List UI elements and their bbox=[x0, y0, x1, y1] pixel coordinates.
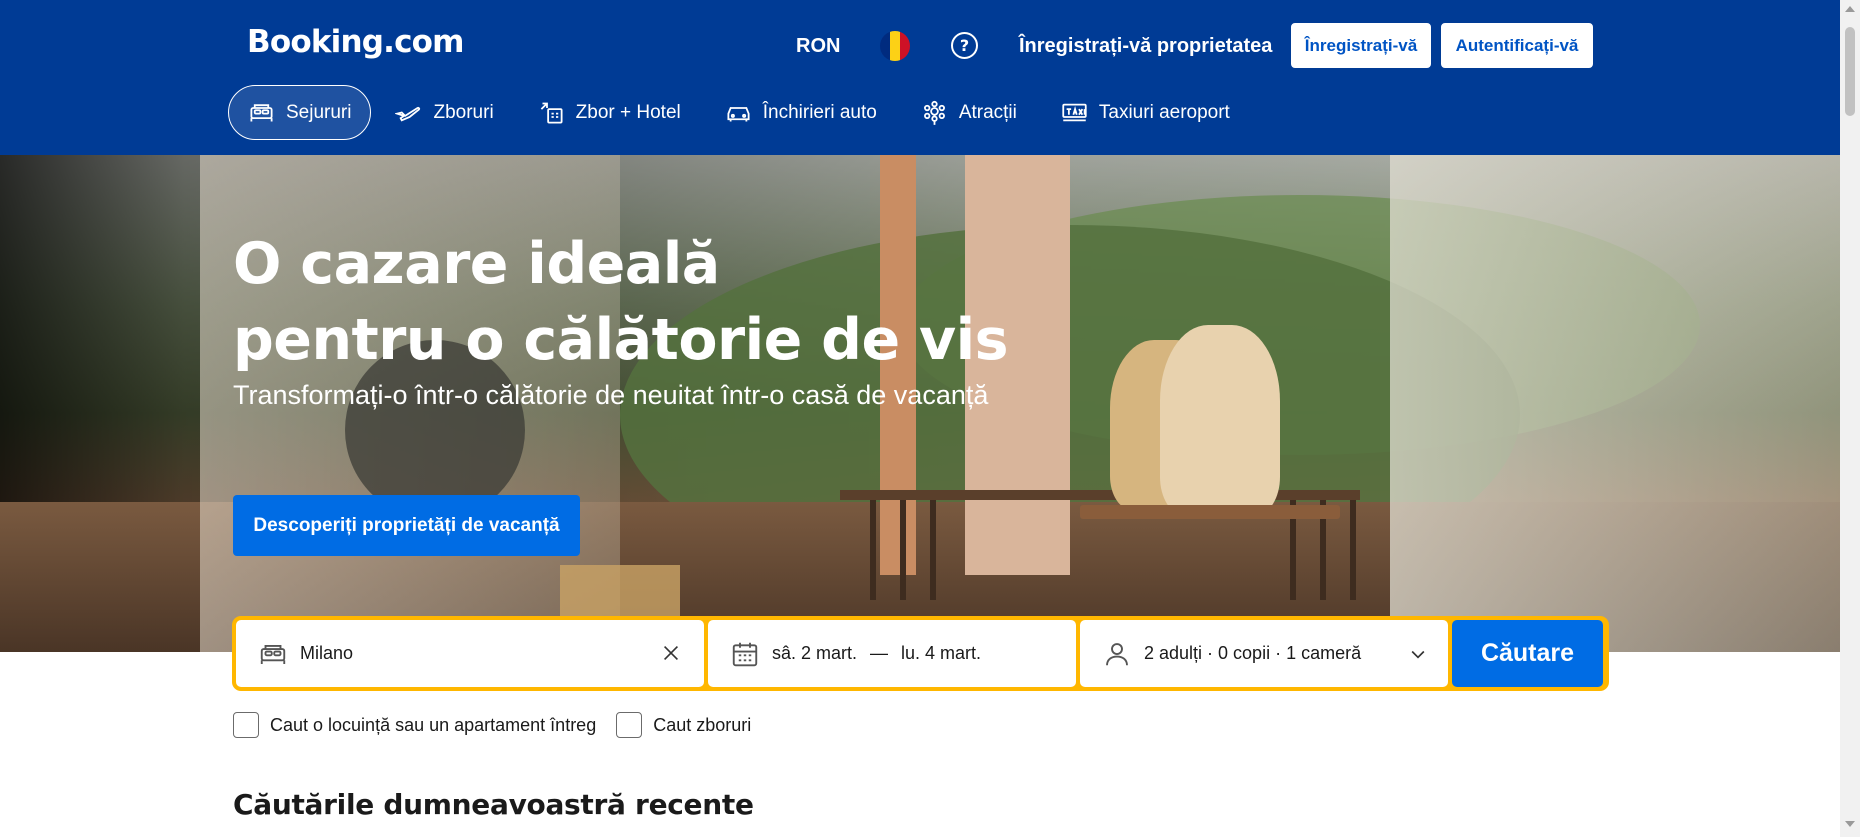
date-range-field[interactable]: sâ. 2 mart. — lu. 4 mart. bbox=[708, 620, 1076, 687]
scroll-down-arrow-icon[interactable] bbox=[1845, 821, 1855, 827]
car-icon bbox=[727, 107, 750, 122]
list-property-link[interactable]: Înregistrați-vă proprietatea bbox=[1019, 33, 1272, 59]
hero-photo-curtain bbox=[1390, 155, 1840, 652]
taxi-icon bbox=[1062, 103, 1087, 122]
hero-photo-swing bbox=[1080, 505, 1340, 519]
discover-vacation-homes-button[interactable]: Descoperiți proprietăți de vacanță bbox=[233, 495, 580, 556]
currency-selector[interactable]: RON bbox=[796, 33, 840, 59]
romania-flag-icon[interactable] bbox=[880, 31, 910, 61]
chevron-down-icon[interactable] bbox=[1408, 644, 1428, 664]
hero-photo-baluster bbox=[900, 500, 906, 600]
scroll-up-arrow-icon[interactable] bbox=[1845, 6, 1855, 12]
nav-label: Zboruri bbox=[433, 101, 494, 123]
nav-label: Sejururi bbox=[286, 101, 352, 123]
nav-item-flights[interactable]: Zboruri bbox=[375, 85, 513, 140]
destination-field[interactable]: Milano bbox=[236, 620, 704, 687]
sign-in-button[interactable]: Autentificați-vă bbox=[1441, 23, 1593, 68]
nav-item-flight-hotel[interactable]: Zbor + Hotel bbox=[518, 85, 701, 140]
bed-icon bbox=[250, 104, 273, 122]
calendar-icon bbox=[732, 642, 758, 666]
nav-item-car-rental[interactable]: Închirieri auto bbox=[705, 85, 897, 140]
page-scrollbar[interactable] bbox=[1840, 0, 1860, 837]
checkout-date[interactable]: lu. 4 mart. bbox=[901, 643, 981, 664]
hero-title-line: pentru o călătorie de vis bbox=[233, 307, 1009, 373]
nav-label: Atracții bbox=[958, 101, 1017, 123]
hero-photo-railing bbox=[840, 490, 1360, 500]
destination-value[interactable]: Milano bbox=[300, 643, 353, 664]
search-bar: Milano sâ. 2 mart. — lu. 4 mart. 2 adulț… bbox=[232, 616, 1609, 691]
nav-label: Zbor + Hotel bbox=[575, 101, 681, 123]
date-separator: — bbox=[870, 643, 889, 663]
flights-option[interactable]: Caut zboruri bbox=[616, 712, 751, 738]
whole-home-label: Caut o locuință sau un apartament întreg bbox=[270, 714, 597, 735]
attractions-icon bbox=[923, 100, 945, 125]
person-icon bbox=[1106, 642, 1128, 665]
hero-photo-baluster bbox=[930, 500, 936, 600]
hero-subtitle: Transformați-o într-o călătorie de neuit… bbox=[233, 380, 989, 410]
hero-title: O cazare ideală pentru o călătorie de vi… bbox=[233, 226, 1009, 378]
nav-item-stays[interactable]: Sejururi bbox=[228, 85, 372, 140]
checkin-date[interactable]: sâ. 2 mart. bbox=[772, 643, 857, 664]
main-nav: Sejururi Zboruri Zbor + Hotel Închirieri… bbox=[228, 85, 1254, 140]
booking-logo[interactable]: Booking.com bbox=[247, 24, 464, 60]
flights-checkbox[interactable] bbox=[616, 712, 643, 738]
hero-title-line: O cazare ideală bbox=[233, 231, 720, 297]
hero-photo-baluster bbox=[870, 500, 876, 600]
flight-hotel-icon bbox=[540, 102, 563, 124]
nav-item-attractions[interactable]: Atracții bbox=[901, 85, 1037, 140]
scrollbar-thumb[interactable] bbox=[1845, 27, 1855, 116]
hero-banner: O cazare ideală pentru o călătorie de vi… bbox=[0, 155, 1840, 652]
whole-home-option[interactable]: Caut o locuință sau un apartament întreg bbox=[233, 712, 596, 738]
nav-label: Închirieri auto bbox=[762, 101, 877, 123]
register-button[interactable]: Înregistrați-vă bbox=[1291, 23, 1431, 68]
search-button[interactable]: Căutare bbox=[1452, 620, 1603, 687]
flights-label: Caut zboruri bbox=[653, 714, 752, 735]
bed-icon bbox=[260, 644, 286, 664]
hero-photo-person bbox=[1160, 325, 1280, 515]
recent-searches-heading: Căutările dumneavoastră recente bbox=[233, 788, 754, 821]
hero-photo-baluster bbox=[1350, 500, 1356, 600]
guests-field[interactable]: 2 adulți · 0 copii · 1 cameră bbox=[1080, 620, 1448, 687]
top-header: Booking.com RON ? Înregistrați-vă propri… bbox=[0, 0, 1840, 155]
plane-icon bbox=[395, 106, 421, 122]
nav-item-airport-taxis[interactable]: Taxiuri aeroport bbox=[1041, 85, 1250, 140]
guests-value[interactable]: 2 adulți · 0 copii · 1 cameră bbox=[1144, 643, 1361, 664]
whole-home-checkbox[interactable] bbox=[233, 712, 259, 738]
clear-icon[interactable] bbox=[660, 642, 682, 664]
question-circle-icon[interactable]: ? bbox=[951, 32, 978, 59]
search-options: Caut o locuință sau un apartament întreg… bbox=[233, 712, 771, 738]
nav-label: Taxiuri aeroport bbox=[1098, 101, 1230, 123]
